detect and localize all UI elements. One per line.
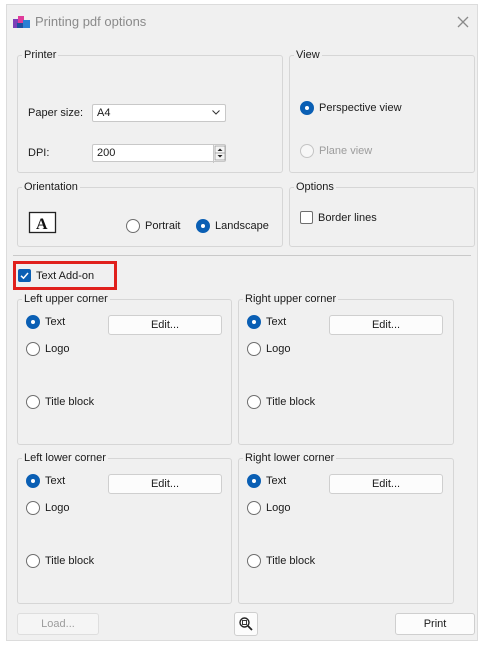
options-group: Options Border lines — [289, 181, 475, 247]
right-lower-logo-radio[interactable]: Logo — [247, 501, 290, 515]
dpi-spinner[interactable] — [213, 145, 226, 163]
right-lower-edit-button[interactable]: Edit... — [329, 474, 443, 494]
left-upper-edit-button[interactable]: Edit... — [108, 315, 222, 335]
left-upper-logo-radio[interactable]: Logo — [26, 342, 69, 356]
radio-selected-icon — [26, 474, 40, 488]
orientation-legend: Orientation — [24, 181, 78, 193]
printer-group: Printer Paper size: A4 DPI: 200 — [17, 49, 283, 173]
right-lower-titleblock-radio[interactable]: Title block — [247, 554, 315, 568]
radio-unselected-icon — [26, 342, 40, 356]
app-icon — [13, 16, 30, 28]
left-lower-legend: Left lower corner — [24, 452, 106, 464]
plane-view-label: Plane view — [319, 145, 373, 157]
radio-unselected-icon — [26, 501, 40, 515]
left-lower-titleblock-label: Title block — [45, 555, 95, 567]
left-lower-logo-label: Logo — [45, 502, 70, 514]
radio-unselected-icon — [126, 219, 140, 233]
right-upper-titleblock-radio[interactable]: Title block — [247, 395, 315, 409]
right-upper-text-radio[interactable]: Text — [247, 315, 286, 329]
close-icon[interactable] — [453, 12, 473, 32]
right-lower-logo-label: Logo — [266, 502, 291, 514]
print-options-dialog: Printing pdf options Printer Paper size:… — [6, 4, 478, 641]
radio-selected-icon — [26, 315, 40, 329]
left-upper-titleblock-radio[interactable]: Title block — [26, 395, 94, 409]
radio-unselected-icon — [247, 501, 261, 515]
portrait-radio[interactable]: Portrait — [126, 219, 180, 233]
checkbox-unchecked-icon — [300, 211, 313, 224]
landscape-label: Landscape — [215, 220, 269, 232]
right-lower-text-radio[interactable]: Text — [247, 474, 286, 488]
left-lower-edit-button[interactable]: Edit... — [108, 474, 222, 494]
left-lower-text-label: Text — [45, 475, 66, 487]
right-upper-titleblock-label: Title block — [266, 396, 316, 408]
right-lower-titleblock-label: Title block — [266, 555, 316, 567]
left-lower-text-radio[interactable]: Text — [26, 474, 65, 488]
orientation-group: Orientation A Portrait Landscape — [17, 181, 283, 247]
dpi-value: 200 — [97, 147, 116, 159]
right-upper-logo-radio[interactable]: Logo — [247, 342, 290, 356]
orientation-page-icon: A — [28, 211, 57, 234]
perspective-view-radio[interactable]: Perspective view — [300, 101, 402, 115]
right-upper-legend: Right upper corner — [245, 293, 337, 305]
radio-selected-icon — [247, 315, 261, 329]
print-button[interactable]: Print — [395, 613, 475, 635]
left-upper-legend: Left upper corner — [24, 293, 108, 305]
view-legend: View — [296, 49, 320, 61]
portrait-label: Portrait — [145, 220, 181, 232]
radio-selected-icon — [196, 219, 210, 233]
radio-disabled-icon — [300, 144, 314, 158]
radio-selected-icon — [300, 101, 314, 115]
landscape-radio[interactable]: Landscape — [196, 219, 269, 233]
chevron-down-icon — [212, 110, 220, 115]
left-upper-text-label: Text — [45, 316, 66, 328]
plane-view-radio[interactable]: Plane view — [300, 144, 372, 158]
preview-button[interactable] — [234, 612, 258, 636]
radio-unselected-icon — [26, 554, 40, 568]
radio-unselected-icon — [247, 342, 261, 356]
view-group: View Perspective view Plane view — [289, 49, 475, 173]
right-lower-text-label: Text — [266, 475, 287, 487]
left-lower-corner-group: Left lower corner Text Edit... Logo Titl… — [17, 452, 232, 604]
paper-size-label: Paper size: — [28, 107, 84, 119]
paper-size-value: A4 — [97, 107, 111, 119]
section-divider — [13, 255, 471, 256]
perspective-view-label: Perspective view — [319, 102, 402, 114]
radio-unselected-icon — [247, 554, 261, 568]
left-upper-titleblock-label: Title block — [45, 396, 95, 408]
radio-selected-icon — [247, 474, 261, 488]
title-bar: Printing pdf options — [7, 5, 477, 39]
spinner-arrows-icon — [214, 145, 226, 161]
right-lower-legend: Right lower corner — [245, 452, 335, 464]
zoom-preview-icon — [239, 617, 253, 631]
left-upper-logo-label: Logo — [45, 343, 70, 355]
right-lower-corner-group: Right lower corner Text Edit... Logo Tit… — [238, 452, 454, 604]
border-lines-label: Border lines — [318, 211, 377, 224]
window-title: Printing pdf options — [35, 14, 147, 29]
paper-size-select[interactable]: A4 — [92, 104, 226, 122]
left-upper-text-radio[interactable]: Text — [26, 315, 65, 329]
right-upper-corner-group: Right upper corner Text Edit... Logo Tit… — [238, 293, 454, 445]
printer-legend: Printer — [24, 49, 57, 61]
right-upper-edit-button[interactable]: Edit... — [329, 315, 443, 335]
dpi-label: DPI: — [28, 147, 50, 159]
options-legend: Options — [296, 181, 334, 193]
right-upper-text-label: Text — [266, 316, 287, 328]
dpi-input[interactable]: 200 — [92, 144, 226, 163]
left-upper-corner-group: Left upper corner Text Edit... Logo Titl… — [17, 293, 232, 445]
highlight-box — [13, 261, 117, 290]
right-upper-logo-label: Logo — [266, 343, 291, 355]
load-button[interactable]: Load... — [17, 613, 99, 635]
radio-unselected-icon — [26, 395, 40, 409]
orientation-icon-glyph: A — [36, 216, 48, 233]
border-lines-checkbox[interactable]: Border lines — [300, 211, 377, 224]
left-lower-logo-radio[interactable]: Logo — [26, 501, 69, 515]
radio-unselected-icon — [247, 395, 261, 409]
left-lower-titleblock-radio[interactable]: Title block — [26, 554, 94, 568]
